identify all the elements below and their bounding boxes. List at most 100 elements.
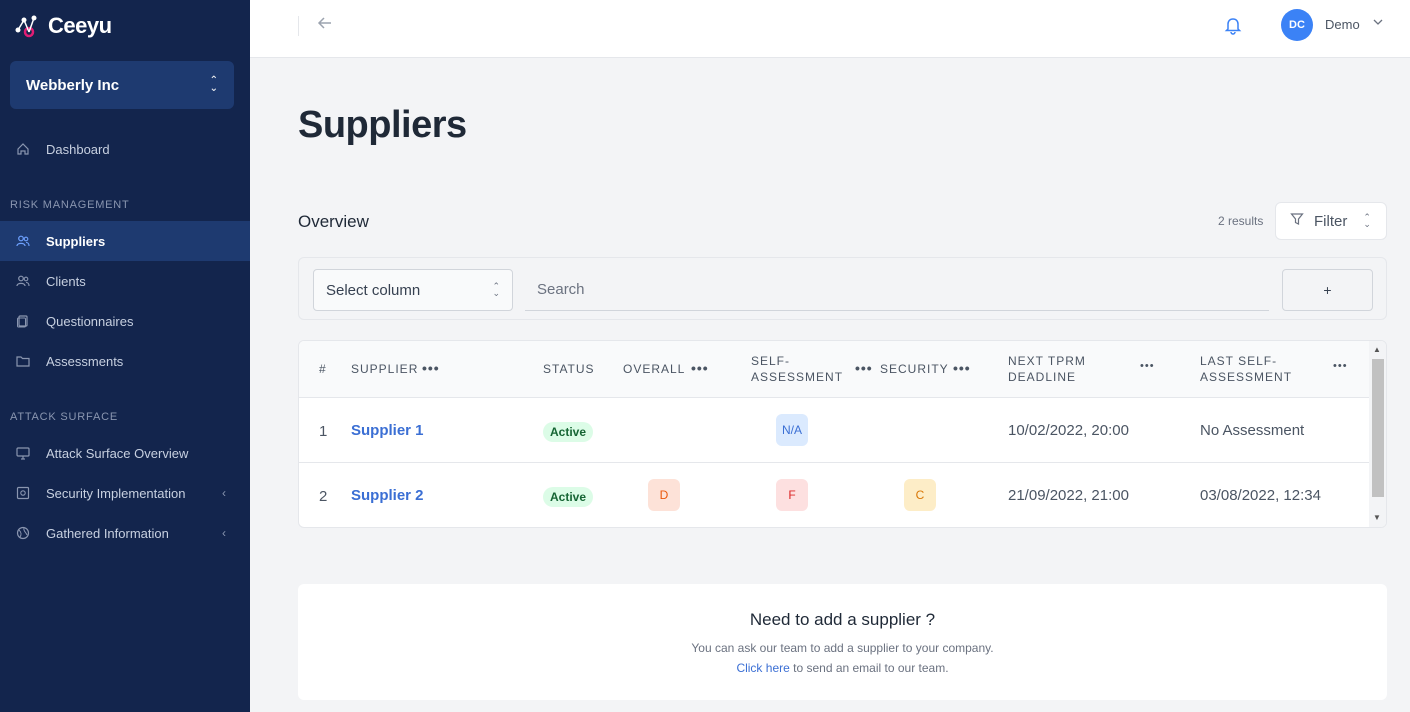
- scroll-up-icon[interactable]: ▲: [1373, 345, 1381, 354]
- header-line: SELF-: [751, 354, 791, 368]
- home-icon: [16, 142, 30, 156]
- column-header-supplier[interactable]: SUPPLIER: [351, 361, 418, 377]
- sidebar-item-gathered-information[interactable]: Gathered Information ‹: [0, 513, 250, 553]
- scroll-thumb[interactable]: [1372, 359, 1384, 497]
- add-button[interactable]: +: [1282, 269, 1373, 311]
- overall-grade: D: [648, 479, 680, 511]
- supplier-link[interactable]: Supplier 2: [351, 487, 424, 504]
- row-number: 1: [319, 423, 328, 440]
- self-assessment-grade: F: [776, 479, 808, 511]
- sidebar-item-label: Clients: [46, 273, 86, 289]
- column-menu-overall[interactable]: •••: [691, 360, 709, 376]
- column-header-next-tprm-deadline[interactable]: NEXT TPRM DEADLINE: [1008, 353, 1086, 385]
- top-bar: DC Demo: [250, 0, 1410, 58]
- users-icon: [16, 274, 30, 288]
- column-header-self-assessment[interactable]: SELF- ASSESSMENT: [751, 353, 843, 385]
- organization-selector[interactable]: Webberly Inc ⌃ ⌄: [10, 61, 234, 109]
- supplier-link[interactable]: Supplier 1: [351, 422, 424, 439]
- filter-button[interactable]: Filter ⌃ ⌄: [1275, 202, 1387, 240]
- column-select-value: Select column: [326, 281, 421, 299]
- sidebar-item-assessments[interactable]: Assessments: [0, 341, 250, 381]
- sidebar: Ceeyu Webberly Inc ⌃ ⌄ Dashboard RISK MAN…: [0, 0, 250, 712]
- sidebar-item-suppliers[interactable]: Suppliers: [0, 221, 250, 261]
- sidebar-item-label: Dashboard: [46, 141, 110, 157]
- sidebar-item-security-implementation[interactable]: Security Implementation ‹: [0, 473, 250, 513]
- header-line: ASSESSMENT: [1200, 370, 1293, 384]
- column-menu-next-tprm-deadline[interactable]: •••: [1140, 360, 1155, 372]
- user-name[interactable]: Demo: [1325, 17, 1360, 32]
- results-count: 2 results: [1218, 214, 1264, 228]
- suppliers-table: # SUPPLIER ••• STATUS OVERALL ••• SELF- …: [298, 340, 1387, 528]
- globe-icon: [16, 526, 30, 540]
- topbar-divider: [298, 16, 299, 36]
- table-row[interactable]: 2 Supplier 2 Active D F C 21/09/2022, 21…: [299, 463, 1369, 527]
- section-label-risk-management: RISK MANAGEMENT: [10, 199, 130, 211]
- sidebar-item-label: Suppliers: [46, 233, 106, 249]
- monitor-icon: [16, 446, 30, 460]
- documents-icon: [16, 314, 30, 328]
- column-header-overall[interactable]: OVERALL: [623, 361, 685, 377]
- filter-label: Filter: [1314, 212, 1348, 230]
- cta-title: Need to add a supplier ?: [749, 610, 936, 629]
- shield-grid-icon: [16, 486, 30, 500]
- sidebar-item-clients[interactable]: Clients: [0, 261, 250, 301]
- security-grade: C: [904, 479, 936, 511]
- overview-heading: Overview: [298, 212, 369, 231]
- search-toolbar: Select column ⌃⌄ +: [298, 257, 1387, 320]
- header-line: LAST SELF-: [1200, 354, 1278, 368]
- brand-logo[interactable]: Ceeyu: [14, 12, 112, 40]
- table-scrollbar[interactable]: ▲ ▼: [1369, 341, 1386, 527]
- cta-email-text: to send an email to our team.: [789, 661, 949, 675]
- add-supplier-card: Need to add a supplier ? You can ask our…: [298, 584, 1387, 700]
- column-menu-security[interactable]: •••: [953, 360, 971, 376]
- next-tprm-deadline: 21/09/2022, 21:00: [1008, 487, 1129, 504]
- section-label-attack-surface: ATTACK SURFACE: [10, 411, 118, 423]
- avatar[interactable]: DC: [1281, 9, 1313, 41]
- column-header-security[interactable]: SECURITY: [880, 361, 949, 377]
- sidebar-item-label: Assessments: [46, 353, 124, 369]
- column-menu-supplier[interactable]: •••: [422, 360, 440, 376]
- self-assessment-grade: N/A: [776, 414, 808, 446]
- header-line: ASSESSMENT: [751, 370, 844, 384]
- bell-icon[interactable]: [1222, 14, 1244, 36]
- column-header-last-self-assessment[interactable]: LAST SELF- ASSESSMENT: [1200, 353, 1292, 385]
- users-icon: [16, 234, 30, 248]
- row-number: 2: [319, 488, 328, 505]
- organization-name: Webberly Inc: [26, 76, 120, 94]
- sidebar-item-label: Attack Surface Overview: [46, 445, 189, 461]
- sidebar-item-attack-surface-overview[interactable]: Attack Surface Overview: [0, 433, 250, 473]
- scroll-down-icon[interactable]: ▼: [1373, 513, 1381, 522]
- column-menu-self-assessment[interactable]: •••: [855, 360, 873, 376]
- header-line: DEADLINE: [1008, 370, 1077, 384]
- page-title: Suppliers: [298, 104, 467, 146]
- sidebar-item-questionnaires[interactable]: Questionnaires: [0, 301, 250, 341]
- column-header-status[interactable]: STATUS: [543, 361, 595, 377]
- chevron-updown-icon: ⌃ ⌄: [492, 281, 500, 298]
- table-header: # SUPPLIER ••• STATUS OVERALL ••• SELF- …: [299, 341, 1369, 398]
- column-select[interactable]: Select column ⌃ ⌄: [313, 269, 513, 311]
- chevron-left-icon: ‹: [222, 486, 226, 500]
- brand-name: Ceeyu: [48, 13, 112, 38]
- search-input[interactable]: [525, 269, 1269, 311]
- sidebar-item-label: Security Implementation: [46, 485, 186, 501]
- status-badge: Active: [543, 487, 594, 507]
- folder-icon: [16, 354, 30, 368]
- chevron-down-icon[interactable]: [1372, 16, 1384, 31]
- chevron-updown-icon: ⌃ ⌄: [1363, 212, 1371, 229]
- next-tprm-deadline: 10/02/2022, 20:00: [1008, 422, 1129, 439]
- back-arrow-icon[interactable]: [316, 14, 336, 36]
- sidebar-item-label: Questionnaires: [46, 313, 134, 329]
- chevron-updown-icon: ⌃ ⌄: [209, 75, 218, 94]
- column-header-number: #: [319, 362, 327, 376]
- cta-email-line: Click here to send an email to our team.: [298, 661, 1387, 675]
- status-badge: Active: [543, 422, 594, 442]
- click-here-link[interactable]: Click here: [736, 661, 789, 675]
- ceeyu-logo-icon: [15, 15, 37, 38]
- column-menu-last-self-assessment[interactable]: •••: [1333, 360, 1348, 372]
- last-self-assessment: 03/08/2022, 12:34: [1200, 487, 1321, 504]
- sidebar-item-dashboard[interactable]: Dashboard: [0, 129, 250, 169]
- sidebar-item-label: Gathered Information: [46, 525, 169, 541]
- chevron-left-icon: ‹: [222, 526, 226, 540]
- table-row[interactable]: 1 Supplier 1 Active N/A 10/02/2022, 20:0…: [299, 398, 1369, 463]
- last-self-assessment: No Assessment: [1200, 422, 1305, 439]
